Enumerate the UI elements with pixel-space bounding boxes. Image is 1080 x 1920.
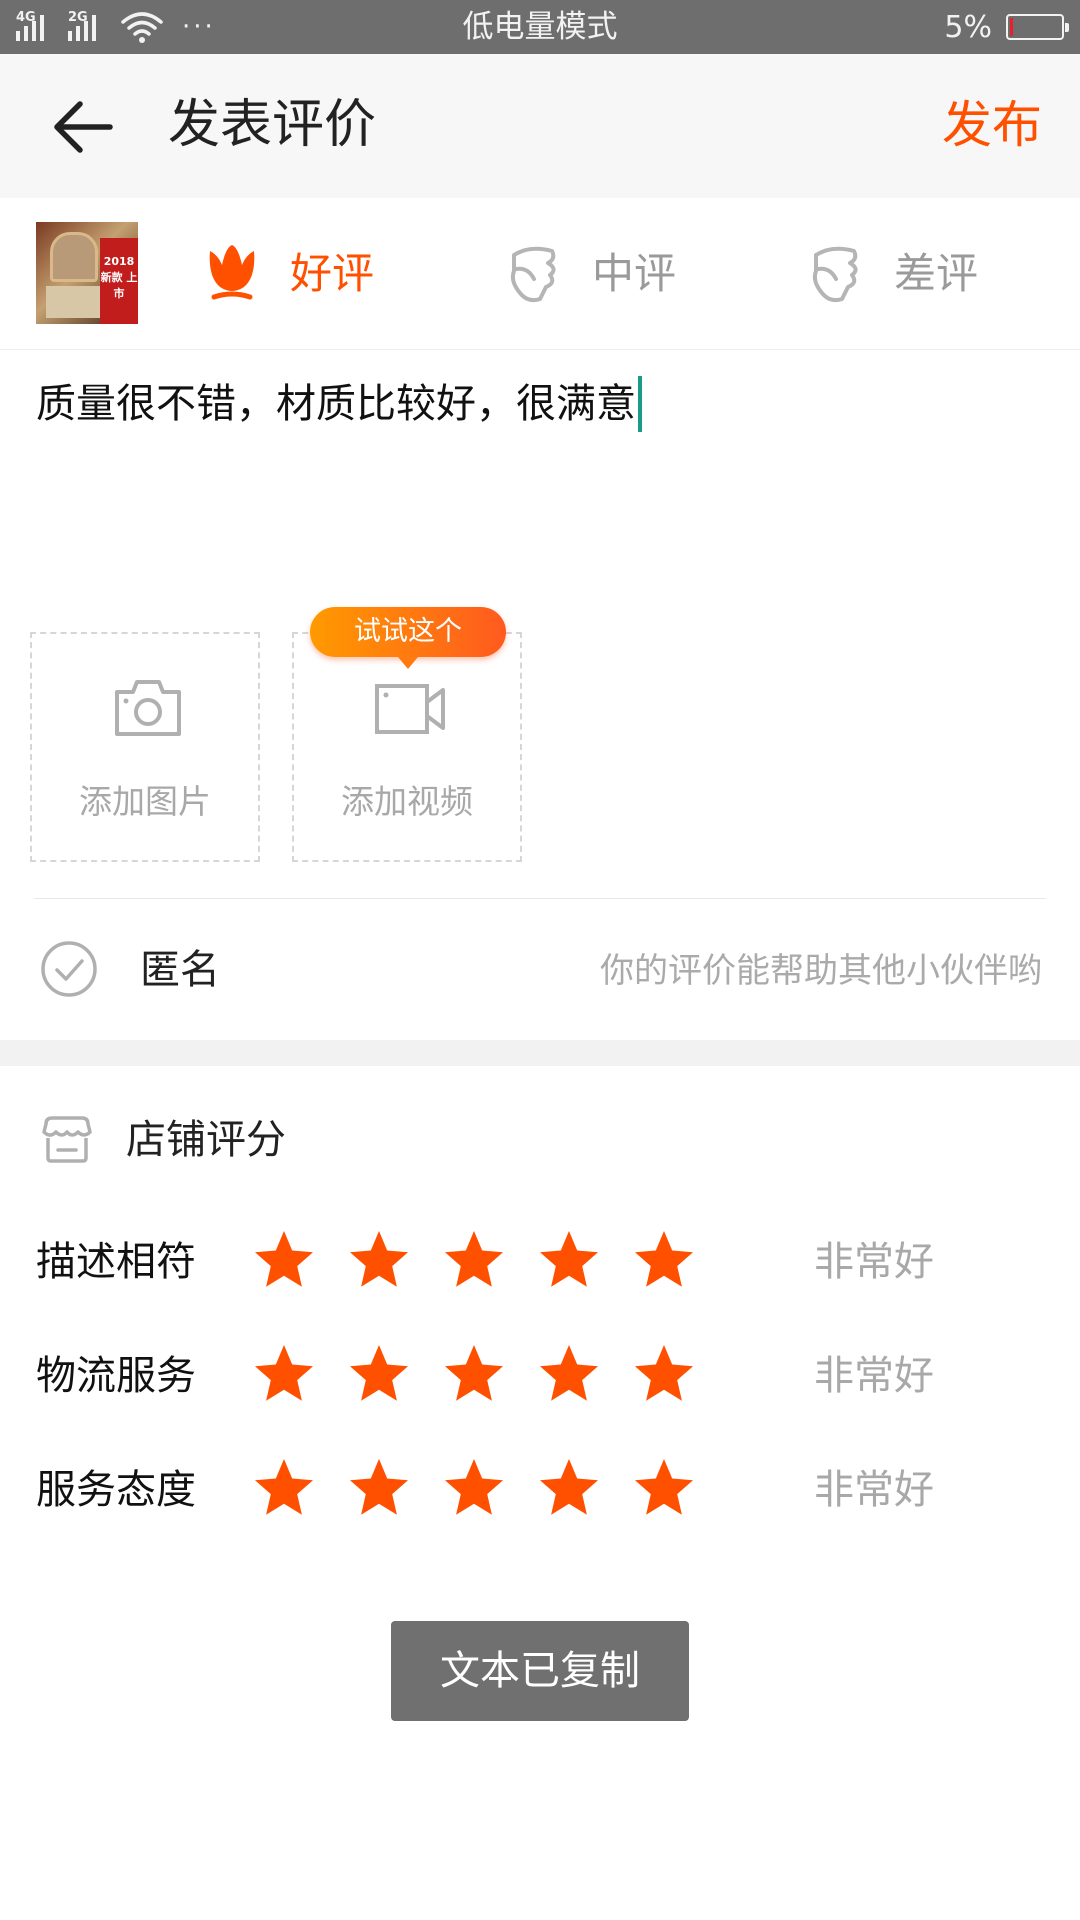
back-arrow-icon[interactable] — [50, 98, 116, 156]
star-icon[interactable] — [347, 1228, 411, 1292]
star-icon[interactable] — [632, 1228, 696, 1292]
anonymous-row: 匿名 你的评价能帮助其他小伙伴哟 — [0, 900, 1080, 1040]
anonymous-hint: 你的评价能帮助其他小伙伴哟 — [600, 951, 1042, 991]
star-icon[interactable] — [347, 1456, 411, 1520]
tab-bad-review[interactable]: 差评 — [808, 242, 978, 306]
rating-label: 描述相符 — [36, 1239, 196, 1285]
star-icon[interactable] — [442, 1342, 506, 1406]
add-photo-button[interactable]: 添加图片 — [30, 632, 260, 862]
tab-neutral-label: 中评 — [592, 249, 677, 298]
rating-text: 非常好 — [814, 1353, 934, 1399]
neutral-face-icon — [510, 246, 556, 303]
star-icon[interactable] — [537, 1456, 601, 1520]
status-left: 4G 2G ··· — [16, 8, 216, 46]
tab-good-review[interactable]: 好评 — [204, 242, 374, 306]
signal-4g-icon: 4G — [16, 11, 58, 43]
star-icon[interactable] — [252, 1342, 316, 1406]
signal-2g-icon: 2G — [68, 11, 110, 43]
review-textarea[interactable]: 质量很不错，材质比较好，很满意 — [36, 376, 1046, 432]
rating-text: 非常好 — [814, 1467, 934, 1513]
camera-icon — [115, 680, 181, 736]
battery-percent: 5% — [944, 9, 992, 45]
review-text-value: 质量很不错，材质比较好，很满意 — [36, 381, 636, 427]
shop-rating-header: 店铺评分 — [0, 1100, 1080, 1180]
star-icon[interactable] — [537, 1342, 601, 1406]
product-thumbnail: 2018 新款 上市 — [36, 222, 138, 324]
anonymous-checkbox[interactable] — [40, 940, 98, 998]
star-icon[interactable] — [442, 1228, 506, 1292]
status-right: 5% — [944, 0, 1069, 54]
product-thumb-text: 2018 新款 上市 — [100, 238, 138, 324]
flower-icon — [209, 245, 255, 300]
star-icon[interactable] — [442, 1456, 506, 1520]
more-indicator: ··· — [182, 12, 216, 42]
rating-tabs-row: 2018 新款 上市 好评 中评 差评 — [0, 198, 1080, 350]
star-icon[interactable] — [252, 1228, 316, 1292]
header-bar: 发表评价 发布 — [0, 54, 1080, 198]
add-video-label: 添加视频 — [341, 782, 473, 821]
battery-icon — [1006, 14, 1069, 40]
rating-row-service: 服务态度 非常好 — [0, 1450, 1080, 1530]
tab-neutral-review[interactable]: 中评 — [506, 242, 676, 306]
star-icon[interactable] — [537, 1228, 601, 1292]
status-bar: 4G 2G ··· 低电量模式 5% — [0, 0, 1080, 54]
rating-label: 服务态度 — [36, 1467, 196, 1513]
store-icon — [42, 1116, 92, 1163]
star-icon[interactable] — [632, 1342, 696, 1406]
tab-bad-label: 差评 — [894, 249, 979, 298]
bad-face-icon — [812, 246, 858, 303]
shop-rating-title: 店铺评分 — [126, 1117, 286, 1163]
tab-good-label: 好评 — [290, 249, 375, 298]
text-cursor — [638, 376, 642, 432]
rating-text: 非常好 — [814, 1239, 934, 1285]
rating-label: 物流服务 — [36, 1353, 196, 1399]
add-photo-label: 添加图片 — [79, 782, 211, 821]
anonymous-label: 匿名 — [140, 947, 220, 993]
section-separator — [0, 1040, 1080, 1066]
divider — [34, 898, 1046, 899]
publish-button[interactable]: 发布 — [942, 94, 1042, 156]
copied-toast: 文本已复制 — [391, 1621, 689, 1721]
page-title: 发表评价 — [168, 95, 377, 155]
video-camera-icon — [375, 684, 445, 734]
try-this-tooltip: 试试这个 — [310, 607, 506, 669]
star-icon[interactable] — [632, 1456, 696, 1520]
rating-row-description: 描述相符 非常好 — [0, 1222, 1080, 1302]
rating-row-logistics: 物流服务 非常好 — [0, 1336, 1080, 1416]
star-icon[interactable] — [252, 1456, 316, 1520]
star-icon[interactable] — [347, 1342, 411, 1406]
wifi-icon — [121, 12, 163, 43]
